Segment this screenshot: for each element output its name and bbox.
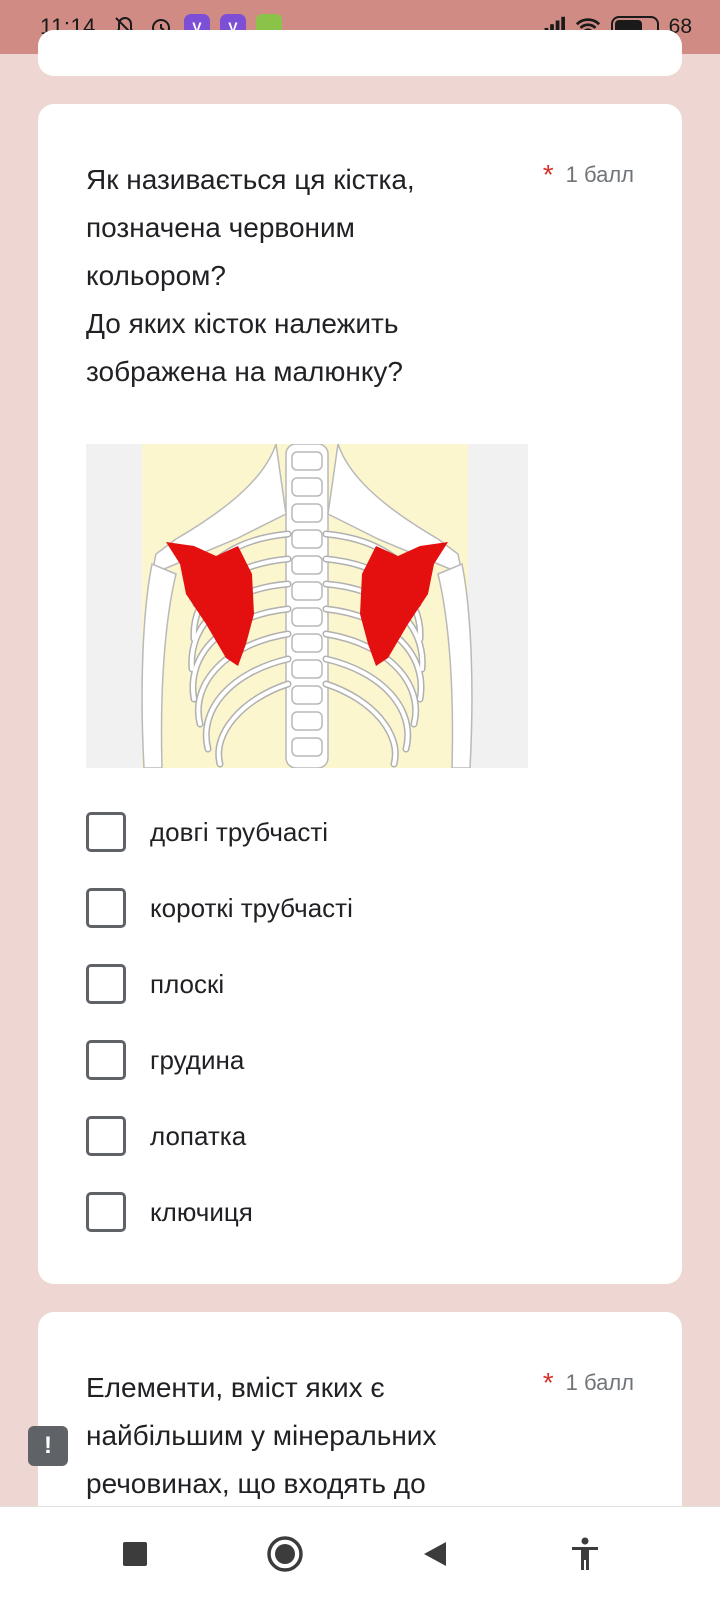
question-title-line: речовинах, що входять до <box>86 1468 426 1499</box>
checkbox[interactable] <box>86 888 126 928</box>
option-label: лопатка <box>150 1120 247 1151</box>
scapula-illustration <box>86 444 528 768</box>
home-button[interactable] <box>257 1526 313 1582</box>
question-title-line: Елементи, вміст яких є <box>86 1372 385 1403</box>
circle-icon <box>267 1535 303 1572</box>
required-asterisk: * <box>542 1367 554 1398</box>
points-label: 1 балл <box>565 1370 634 1395</box>
question-title: Елементи, вміст яких є найбільшим у міне… <box>86 1364 526 1508</box>
feedback-icon: ! <box>44 1432 52 1459</box>
option-label: плоскі <box>150 968 225 999</box>
option-label: ключиця <box>150 1196 253 1227</box>
answer-options: довгі трубчасті короткі трубчасті плоскі… <box>86 794 646 1250</box>
accessibility-button[interactable] <box>557 1526 613 1582</box>
question-points: * 1 балл <box>542 1367 634 1398</box>
previous-question-card <box>38 30 682 76</box>
question-title-line: кольором? <box>86 260 226 291</box>
triangle-back-icon <box>424 1541 446 1566</box>
checkbox[interactable] <box>86 1116 126 1156</box>
checkbox[interactable] <box>86 1192 126 1232</box>
question-card: Як називається ця кістка, позначена черв… <box>38 104 682 1284</box>
option-item[interactable]: грудина <box>86 1022 646 1098</box>
question-title-line: найбільшим у мінеральних <box>86 1420 437 1451</box>
accessibility-icon <box>572 1537 598 1570</box>
option-label: короткі трубчасті <box>150 892 353 923</box>
checkbox[interactable] <box>86 812 126 852</box>
question-points: * 1 балл <box>542 159 634 190</box>
option-item[interactable]: довгі трубчасті <box>86 794 646 870</box>
question-title-line: позначена червоним <box>86 212 355 243</box>
feedback-button[interactable]: ! <box>28 1426 68 1466</box>
option-item[interactable]: лопатка <box>86 1098 646 1174</box>
option-item[interactable]: плоскі <box>86 946 646 1022</box>
recents-button[interactable] <box>107 1526 163 1582</box>
skeleton-image <box>86 444 528 768</box>
option-label: довгі трубчасті <box>150 816 329 847</box>
option-label: грудина <box>150 1044 245 1075</box>
option-item[interactable]: ключиця <box>86 1174 646 1250</box>
system-nav-bar <box>0 1506 720 1600</box>
question-title-line: зображена на малюнку? <box>86 356 403 387</box>
question-title: Як називається ця кістка, позначена черв… <box>86 156 516 396</box>
checkbox[interactable] <box>86 964 126 1004</box>
checkbox[interactable] <box>86 1040 126 1080</box>
points-label: 1 балл <box>565 162 634 187</box>
question-title-line: До яких кісток належить <box>86 308 399 339</box>
required-asterisk: * <box>542 159 554 190</box>
option-item[interactable]: короткі трубчасті <box>86 870 646 946</box>
square-icon <box>123 1541 147 1566</box>
question-title-line: Як називається ця кістка, <box>86 164 415 195</box>
back-button[interactable] <box>407 1526 463 1582</box>
